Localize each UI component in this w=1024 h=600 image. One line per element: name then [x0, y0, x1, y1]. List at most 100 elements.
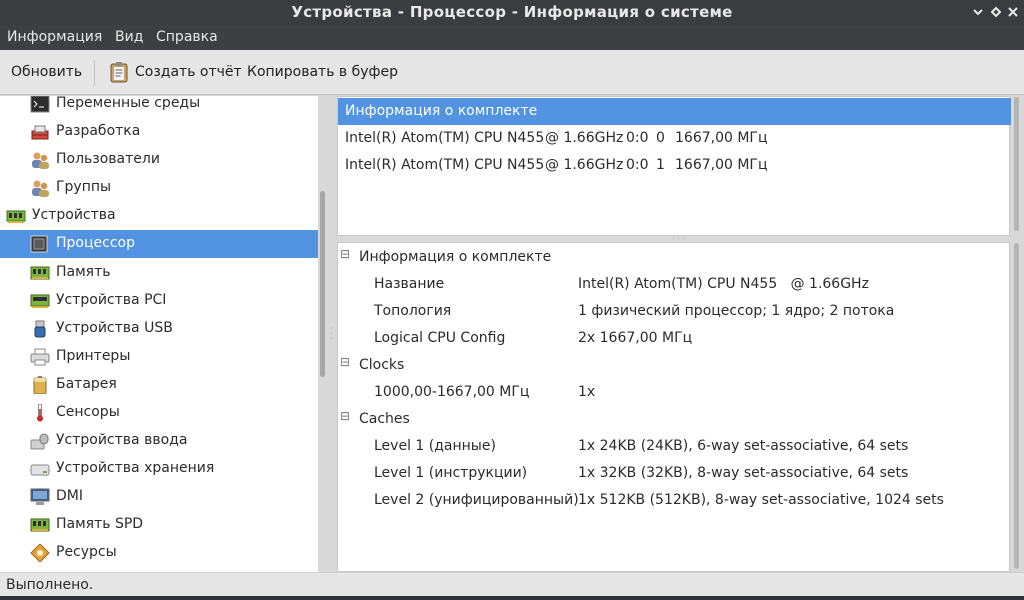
clipboard-report-icon[interactable] — [108, 61, 130, 83]
cpu-model: Intel(R) Atom(TM) CPU N455 — [345, 130, 545, 146]
cpu-frequency: @ 1.66GHz — [545, 130, 624, 146]
pci-icon — [30, 294, 50, 308]
sidebar-item-input-devices[interactable]: Устройства ввода — [0, 427, 318, 455]
sidebar-item-label: Устройства — [32, 207, 116, 223]
sidebar-item-groups[interactable]: Группы — [0, 174, 318, 202]
details-row[interactable]: Топология 1 физический процессор; 1 ядро… — [338, 298, 1011, 325]
group-title: Clocks — [359, 357, 405, 373]
sidebar-item-label: Разработка — [56, 123, 141, 139]
sidebar-item-development[interactable]: Разработка — [0, 118, 318, 146]
cpu-list-header[interactable]: Информация о комплекте — [338, 98, 1011, 125]
detail-value: 1x 32KB (32KB), 8-way set-associative, 6… — [578, 465, 909, 481]
sidebar-item-battery[interactable]: Батарея — [0, 371, 318, 399]
sidebar-item-printers[interactable]: Принтеры — [0, 343, 318, 371]
details-scrollbar[interactable] — [1014, 243, 1019, 569]
create-report-button[interactable]: Создать отчёт — [135, 64, 242, 80]
detail-key: Топология — [374, 303, 452, 319]
detail-key: Название — [374, 276, 445, 292]
sidebar-item-label: Устройства хранения — [56, 460, 215, 476]
cpu-frequency: @ 1.66GHz — [545, 157, 624, 173]
sidebar-item-label: Устройства ввода — [56, 432, 188, 448]
sidebar-item-usb[interactable]: Устройства USB — [0, 315, 318, 343]
details-group-header[interactable]: ⊟ Clocks — [338, 352, 1011, 379]
sidebar-scrollbar[interactable] — [320, 191, 325, 377]
sidebar-item-environment[interactable]: Переменные среды — [0, 96, 318, 118]
usb-icon — [34, 320, 46, 338]
horizontal-splitter-handle[interactable]: · · · — [672, 234, 688, 243]
cpu-list-scrollbar[interactable] — [1014, 97, 1019, 231]
details-row[interactable]: Название Intel(R) Atom(TM) CPU N455 @ 1.… — [338, 271, 1011, 298]
sidebar-item-label: Группы — [56, 179, 112, 195]
sidebar-item-users[interactable]: Пользователи — [0, 146, 318, 174]
status-bar: Выполнено. — [0, 572, 1024, 596]
refresh-button[interactable]: Обновить — [11, 64, 82, 80]
sidebar-item-label: Процессор — [56, 235, 135, 251]
details-row[interactable]: 1000,00-1667,00 МГц 1x — [338, 379, 1011, 406]
group-title: Caches — [359, 411, 410, 427]
window-bottom-edge — [0, 596, 1024, 600]
cpu-list-header-label: Информация о комплекте — [345, 103, 538, 119]
sidebar-item-devices[interactable]: Устройства — [0, 202, 318, 230]
details-group-header[interactable]: ⊟ Информация о комплекте — [338, 244, 1011, 271]
sidebar-item-label: Память SPD — [56, 516, 144, 532]
menu-view[interactable]: Вид — [115, 29, 143, 45]
table-row[interactable]: Intel(R) Atom(TM) CPU N455 @ 1.66GHz 0:0… — [338, 152, 1011, 179]
detail-value: 1x 512KB (512KB), 8-way set-associative,… — [578, 492, 944, 508]
sidebar-item-storage[interactable]: Устройства хранения — [0, 455, 318, 483]
collapse-icon[interactable]: ⊟ — [340, 356, 351, 368]
details-row[interactable]: Level 1 (данные) 1x 24KB (24KB), 6-way s… — [338, 433, 1011, 460]
close-icon[interactable] — [1005, 4, 1020, 20]
sidebar-item-label: Пользователи — [56, 151, 160, 167]
collapse-icon[interactable]: ⊟ — [340, 410, 351, 422]
sidebar-item-label: Ресурсы — [56, 544, 117, 560]
sidebar-item-label: Память — [56, 264, 111, 280]
minimize-icon[interactable] — [970, 4, 985, 20]
pane-splitter-handle[interactable]: · · · — [330, 325, 333, 344]
window-title: Устройства - Процессор - Информация о си… — [291, 3, 733, 21]
detail-value: 1x 24KB (24KB), 6-way set-associative, 6… — [578, 438, 909, 454]
collapse-icon[interactable]: ⊟ — [340, 248, 351, 260]
devices-icon — [6, 210, 26, 223]
sidebar-item-pci[interactable]: Устройства PCI — [0, 287, 318, 315]
storage-icon — [30, 464, 50, 476]
development-icon — [31, 125, 49, 140]
sidebar-item-sensors[interactable]: Сенсоры — [0, 399, 318, 427]
detail-value: 1x — [578, 384, 596, 400]
details-row[interactable]: Level 2 (унифицированный) 1x 512KB (512K… — [338, 487, 1011, 514]
menu-help[interactable]: Справка — [156, 29, 218, 45]
dmi-icon — [30, 488, 50, 505]
table-row[interactable]: Intel(R) Atom(TM) CPU N455 @ 1.66GHz 0:0… — [338, 125, 1011, 152]
cpu-core: 1 — [656, 157, 665, 173]
cpu-model: Intel(R) Atom(TM) CPU N455 — [345, 157, 545, 173]
sidebar-item-processor[interactable]: Процессор — [0, 230, 318, 258]
thermometer-icon — [37, 404, 43, 422]
sidebar-item-dmi[interactable]: DMI — [0, 483, 318, 511]
details-row[interactable]: Logical CPU Config 2x 1667,00 МГц — [338, 325, 1011, 352]
detail-key: Logical CPU Config — [374, 330, 506, 346]
cpu-package: 0:0 — [626, 130, 649, 146]
maximize-icon[interactable] — [988, 4, 1003, 20]
cpu-mhz: 1667,00 МГц — [675, 157, 768, 173]
sidebar-item-resources[interactable]: Ресурсы — [0, 539, 318, 567]
sidebar-item-label: Батарея — [56, 376, 117, 392]
input-devices-icon — [30, 433, 49, 450]
sidebar-item-memory[interactable]: Память — [0, 259, 318, 287]
sidebar-item-spd[interactable]: Память SPD — [0, 511, 318, 539]
cpu-package: 0:0 — [626, 157, 649, 173]
details-row[interactable]: Level 1 (инструкции) 1x 32KB (32KB), 8-w… — [338, 460, 1011, 487]
sidebar-item-label: Устройства USB — [56, 320, 173, 336]
menu-info[interactable]: Информация — [7, 29, 102, 45]
detail-key: Level 1 (инструкции) — [374, 465, 528, 481]
sidebar-tree: Переменные среды Разработка Пользователи… — [0, 96, 318, 572]
copy-to-clipboard-button[interactable]: Копировать в буфер — [247, 64, 398, 80]
detail-value: 2x 1667,00 МГц — [578, 330, 693, 346]
details-group-header[interactable]: ⊟ Caches — [338, 406, 1011, 433]
sidebar-item-label: Устройства PCI — [56, 292, 167, 308]
toolbar-separator — [94, 60, 95, 86]
menu-bar: Информация Вид Справка — [0, 25, 1024, 50]
sidebar-item-label: DMI — [56, 488, 83, 504]
sidebar-item-label: Переменные среды — [56, 96, 201, 111]
status-text: Выполнено. — [6, 577, 94, 593]
cpu-mhz: 1667,00 МГц — [675, 130, 768, 146]
details-panel: ⊟ Информация о комплекте Название Intel(… — [337, 242, 1010, 572]
